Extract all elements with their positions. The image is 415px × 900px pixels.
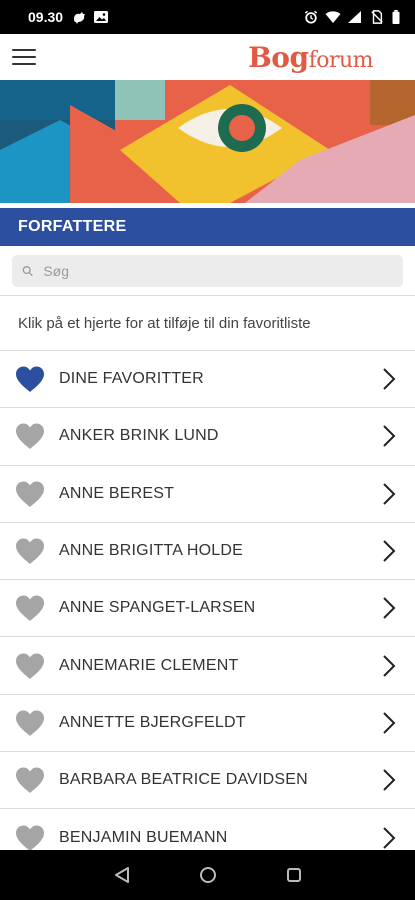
- status-bar: 09.30: [0, 0, 415, 34]
- signal-icon: [348, 11, 361, 23]
- list-item-author[interactable]: ANNEMARIE CLEMENT: [0, 637, 415, 695]
- battery-icon: [392, 10, 400, 24]
- section-title: FORFATTERE: [18, 218, 127, 235]
- author-name: ANNEMARIE CLEMENT: [59, 656, 239, 674]
- author-list: DINE FAVORITTER ANKER BRINK LUND ANNE BE…: [0, 351, 415, 867]
- chevron-right-icon: [383, 712, 396, 734]
- logo-forum: forum: [308, 47, 374, 73]
- eye-banner-image: [0, 80, 415, 203]
- section-header: FORFATTERE: [0, 208, 415, 246]
- list-item-author[interactable]: BARBARA BEATRICE DAVIDSEN: [0, 752, 415, 810]
- author-name: ANNE BRIGITTA HOLDE: [59, 542, 243, 560]
- chevron-right-icon: [383, 425, 396, 448]
- author-name: BENJAMIN BUEMANN: [59, 828, 228, 846]
- heart-icon[interactable]: [14, 594, 46, 622]
- chevron-right-icon: [383, 826, 396, 849]
- system-nav-bar: [0, 850, 415, 900]
- author-name: DINE FAVORITTER: [59, 370, 204, 388]
- author-name: ANNE BEREST: [59, 484, 175, 502]
- alarm-icon: [304, 10, 318, 24]
- back-icon[interactable]: [111, 864, 133, 886]
- heart-icon[interactable]: [14, 709, 46, 737]
- author-name: ANNETTE BJERGFELDT: [59, 713, 246, 731]
- chevron-right-icon: [383, 597, 396, 620]
- list-item-author[interactable]: ANNE BRIGITTA HOLDE: [0, 523, 415, 581]
- heart-icon[interactable]: [14, 537, 46, 565]
- heart-icon[interactable]: [14, 652, 46, 680]
- heart-icon[interactable]: [14, 365, 46, 393]
- heart-icon[interactable]: [14, 824, 46, 852]
- app-header: Bog forum: [0, 34, 415, 80]
- search-input[interactable]: [43, 262, 403, 279]
- chevron-right-icon: [383, 483, 396, 505]
- logo-bog: Bog: [248, 40, 309, 74]
- list-item-author[interactable]: ANNETTE BJERGFELDT: [0, 695, 415, 753]
- heart-icon[interactable]: [14, 766, 46, 794]
- status-time: 09.30: [28, 9, 64, 25]
- chevron-right-icon: [383, 368, 396, 390]
- no-sim-icon: [371, 10, 383, 24]
- favorite-hint-text: Klik på et hjerte for at tilføje til din…: [0, 296, 415, 351]
- list-item-author[interactable]: ANKER BRINK LUND: [0, 408, 415, 466]
- list-item-author[interactable]: ANNE SPANGET-LARSEN: [0, 580, 415, 638]
- search-container: [0, 246, 415, 296]
- author-name: ANKER BRINK LUND: [59, 427, 219, 445]
- author-name: BARBARA BEATRICE DAVIDSEN: [59, 771, 308, 789]
- chevron-right-icon: [383, 769, 396, 791]
- heart-icon[interactable]: [14, 480, 46, 508]
- bogforum-logo: Bog forum: [248, 41, 373, 74]
- rooster-icon: [74, 12, 86, 24]
- author-name: ANNE SPANGET-LARSEN: [59, 599, 256, 617]
- home-icon[interactable]: [197, 864, 219, 886]
- chevron-right-icon: [383, 654, 396, 677]
- search-icon: [22, 265, 33, 276]
- heart-icon[interactable]: [14, 422, 46, 450]
- chevron-right-icon: [383, 540, 396, 562]
- list-item-favorites[interactable]: DINE FAVORITTER: [0, 351, 415, 409]
- search-box[interactable]: [12, 254, 403, 287]
- wifi-icon: [325, 11, 341, 23]
- hamburger-menu-icon[interactable]: [12, 47, 36, 67]
- list-item-author[interactable]: ANNE BEREST: [0, 466, 415, 523]
- image-icon: [94, 11, 109, 23]
- recents-icon[interactable]: [283, 864, 305, 886]
